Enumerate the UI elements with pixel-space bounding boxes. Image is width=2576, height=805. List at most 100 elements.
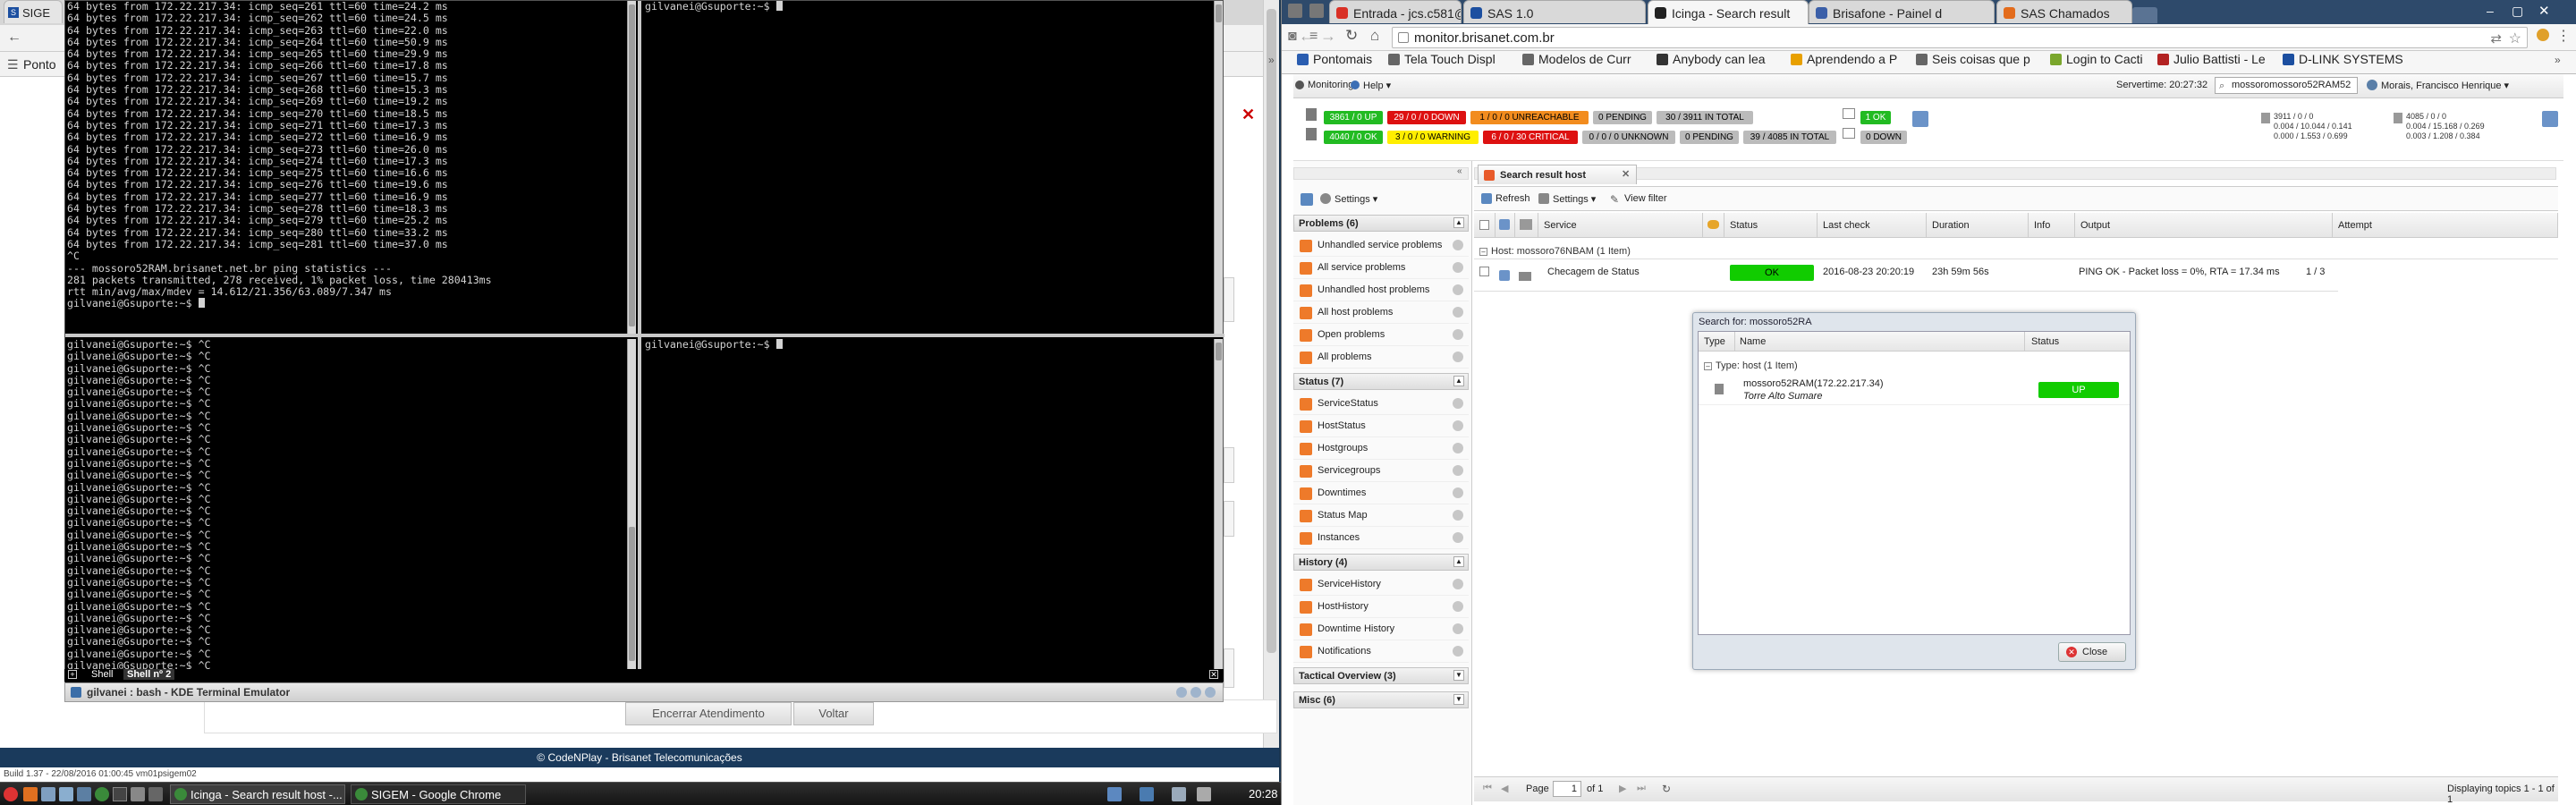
left-page-scrollbar[interactable]	[1263, 0, 1279, 760]
terminal-scrollthumb-tl[interactable]	[629, 4, 635, 326]
refresh-button[interactable]: Refresh	[1496, 193, 1530, 204]
search-host-name[interactable]: mossoro52RAM(172.22.217.34)	[1743, 378, 1884, 389]
forward-icon[interactable]: →	[1320, 27, 1336, 46]
nav-item[interactable]: Notifications	[1293, 640, 1469, 663]
tab-brisafone[interactable]: Brisafone - Painel d	[1809, 0, 1995, 23]
terminal-scrollthumb-br[interactable]	[1216, 343, 1222, 360]
home-icon[interactable]: ⌂	[1370, 27, 1379, 45]
search-result-row[interactable]: mossoro52RAM(172.22.217.34) Torre Alto S…	[1699, 375, 2130, 405]
nav-item[interactable]: Downtimes	[1293, 482, 1469, 504]
host-status-pending[interactable]: 0 PENDING	[1593, 111, 1652, 124]
nav-item[interactable]: ServiceHistory	[1293, 573, 1469, 596]
service-status-ok[interactable]: 4040 / 0 OK	[1324, 131, 1383, 144]
window-minimize-icon[interactable]: –	[2487, 4, 2494, 18]
close-window-icon[interactable]	[1205, 687, 1216, 698]
col-info[interactable]: Info	[2029, 213, 2075, 238]
close-tab-icon[interactable]: ✕	[1209, 670, 1218, 679]
terminal-tab-shell-2[interactable]: Shell nº 2	[123, 669, 175, 680]
nav-collapse-bar[interactable]: «	[1293, 166, 1469, 180]
service-status-warning[interactable]: 3 / 0 / 0 WARNING	[1387, 131, 1479, 144]
search-col-status[interactable]: Status	[2031, 336, 2059, 347]
nav-item-clear-icon[interactable]	[1453, 579, 1463, 589]
nav-item-clear-icon[interactable]	[1453, 601, 1463, 612]
nav-item[interactable]: Hostgroups	[1293, 437, 1469, 460]
nav-section-header[interactable]: History (4) ▲	[1293, 554, 1469, 571]
tab-gmail[interactable]: Entrada - jcs.c581@	[1329, 0, 1462, 23]
terminal-pane-top-right[interactable]: gilvanei@Gsuporte:~$	[643, 1, 1212, 334]
back-arrow-icon[interactable]: ←	[7, 30, 21, 46]
extension-icon[interactable]	[2537, 29, 2549, 41]
calculator-launcher-icon[interactable]	[131, 787, 145, 801]
terminal-scrollbar-bl[interactable]	[627, 339, 636, 670]
col-duration[interactable]: Duration	[1927, 213, 2029, 238]
next-page-icon[interactable]: ▶	[1619, 783, 1626, 794]
tab-icinga[interactable]: Icinga - Search result	[1648, 0, 1809, 24]
nav-item[interactable]: All host problems	[1293, 301, 1469, 324]
row-service-name[interactable]: Checagem de Status	[1547, 267, 1640, 277]
nav-item-clear-icon[interactable]	[1453, 623, 1463, 634]
collapse-icon[interactable]: ▲	[1453, 556, 1464, 567]
terminal-launcher-icon[interactable]	[113, 787, 127, 801]
tab-sas-chamados[interactable]: SAS Chamados	[1996, 0, 2132, 23]
row-checkbox[interactable]	[1479, 267, 1489, 276]
nav-item[interactable]: All problems	[1293, 346, 1469, 369]
terminal-pane-top-left[interactable]: 64 bytes from 172.22.217.34: icmp_seq=26…	[65, 1, 627, 334]
nav-section-header[interactable]: Problems (6) ▲	[1293, 215, 1469, 232]
bookmark-item[interactable]: Seis coisas que p	[1916, 52, 2030, 66]
window-maximize-icon[interactable]: ▢	[2512, 4, 2523, 19]
nav-item-clear-icon[interactable]	[1453, 307, 1463, 318]
firefox-launcher-icon[interactable]	[23, 787, 38, 801]
nav-item[interactable]: Servicegroups	[1293, 460, 1469, 482]
icinga-search-input[interactable]: ⌕ mossoromossoro52RAM52	[2215, 77, 2358, 94]
collapse-icon[interactable]: ▲	[1453, 376, 1464, 386]
address-bar[interactable]: monitor.brisanet.com.br ⇄ ☆	[1392, 27, 2528, 48]
nav-refresh-icon[interactable]	[1301, 193, 1313, 206]
main-settings-button[interactable]: Settings ▾	[1553, 193, 1596, 205]
end-service-button[interactable]: Encerrar Atendimento	[625, 702, 792, 725]
chrome-menu-icon[interactable]: ⋮	[2556, 27, 2571, 45]
nav-section-header[interactable]: Misc (6) ▼	[1293, 691, 1469, 708]
collapse-left-icon[interactable]: «	[1457, 166, 1462, 176]
group-header-row[interactable]: – Host: mossoro76NBAM (1 Item)	[1474, 243, 2558, 259]
back-icon[interactable]: ←	[1299, 27, 1315, 46]
nav-settings-button[interactable]: Settings ▾	[1335, 193, 1377, 205]
chrome-launcher-icon[interactable]	[95, 787, 109, 801]
left-page-scrollthumb[interactable]	[1267, 9, 1276, 653]
monitor-launcher-icon[interactable]	[77, 787, 91, 801]
back-button[interactable]: Voltar	[793, 702, 874, 725]
search-col-name[interactable]: Name	[1740, 336, 1766, 347]
service-status-unknown[interactable]: 0 / 0 / 0 UNKNOWN	[1582, 131, 1675, 144]
page-info-icon[interactable]	[1398, 32, 1409, 43]
expand-icon[interactable]: ▼	[1453, 670, 1464, 681]
nav-item-clear-icon[interactable]	[1453, 262, 1463, 273]
bookmark-item[interactable]: Login to Cacti	[2050, 52, 2143, 66]
nav-item[interactable]: Status Map	[1293, 504, 1469, 527]
view-filter-button[interactable]: View filter	[1624, 193, 1666, 204]
terminal-scrollbar-tr[interactable]	[1214, 1, 1223, 334]
col-service[interactable]: Service	[1538, 213, 1703, 238]
nav-item[interactable]: Unhandled host problems	[1293, 279, 1469, 301]
tab-sas[interactable]: SAS 1.0	[1463, 0, 1646, 23]
desktop-icon[interactable]	[59, 787, 73, 801]
screen-capture-icon[interactable]	[1288, 4, 1302, 18]
collapse-icon[interactable]: ▲	[1453, 217, 1464, 228]
terminal-titlebar[interactable]: gilvanei : bash - KDE Terminal Emulator	[64, 682, 1224, 702]
close-x-icon[interactable]: ✕	[1241, 106, 1255, 124]
volume-tray-icon[interactable]	[1172, 787, 1186, 801]
tab-close-icon[interactable]: ✕	[1622, 168, 1630, 180]
nav-item-clear-icon[interactable]	[1453, 329, 1463, 340]
service-status-pending[interactable]: 0 PENDING	[1680, 131, 1739, 144]
status-refresh-icon[interactable]	[1912, 111, 1928, 127]
first-page-icon[interactable]: ⏮	[1483, 783, 1492, 794]
bookmarks-overflow-icon[interactable]: »	[1268, 54, 1275, 66]
table-row[interactable]: Checagem de Status OK 2016-08-23 20:20:1…	[1474, 259, 2338, 292]
nav-item-clear-icon[interactable]	[1453, 284, 1463, 295]
terminal-split-horizontal[interactable]	[65, 334, 1224, 337]
nav-item[interactable]: Open problems	[1293, 324, 1469, 346]
mini-ok-badge[interactable]: 1 OK	[1860, 111, 1891, 124]
bookmark-item[interactable]: D-LINK SYSTEMS	[2283, 52, 2403, 66]
taskbar-item-sigem[interactable]: SIGEM - Google Chrome	[351, 784, 526, 804]
new-tab-icon[interactable]: +	[68, 670, 77, 679]
host-status-down[interactable]: 29 / 0 / 0 DOWN	[1387, 111, 1466, 124]
nav-item[interactable]: Instances	[1293, 527, 1469, 549]
